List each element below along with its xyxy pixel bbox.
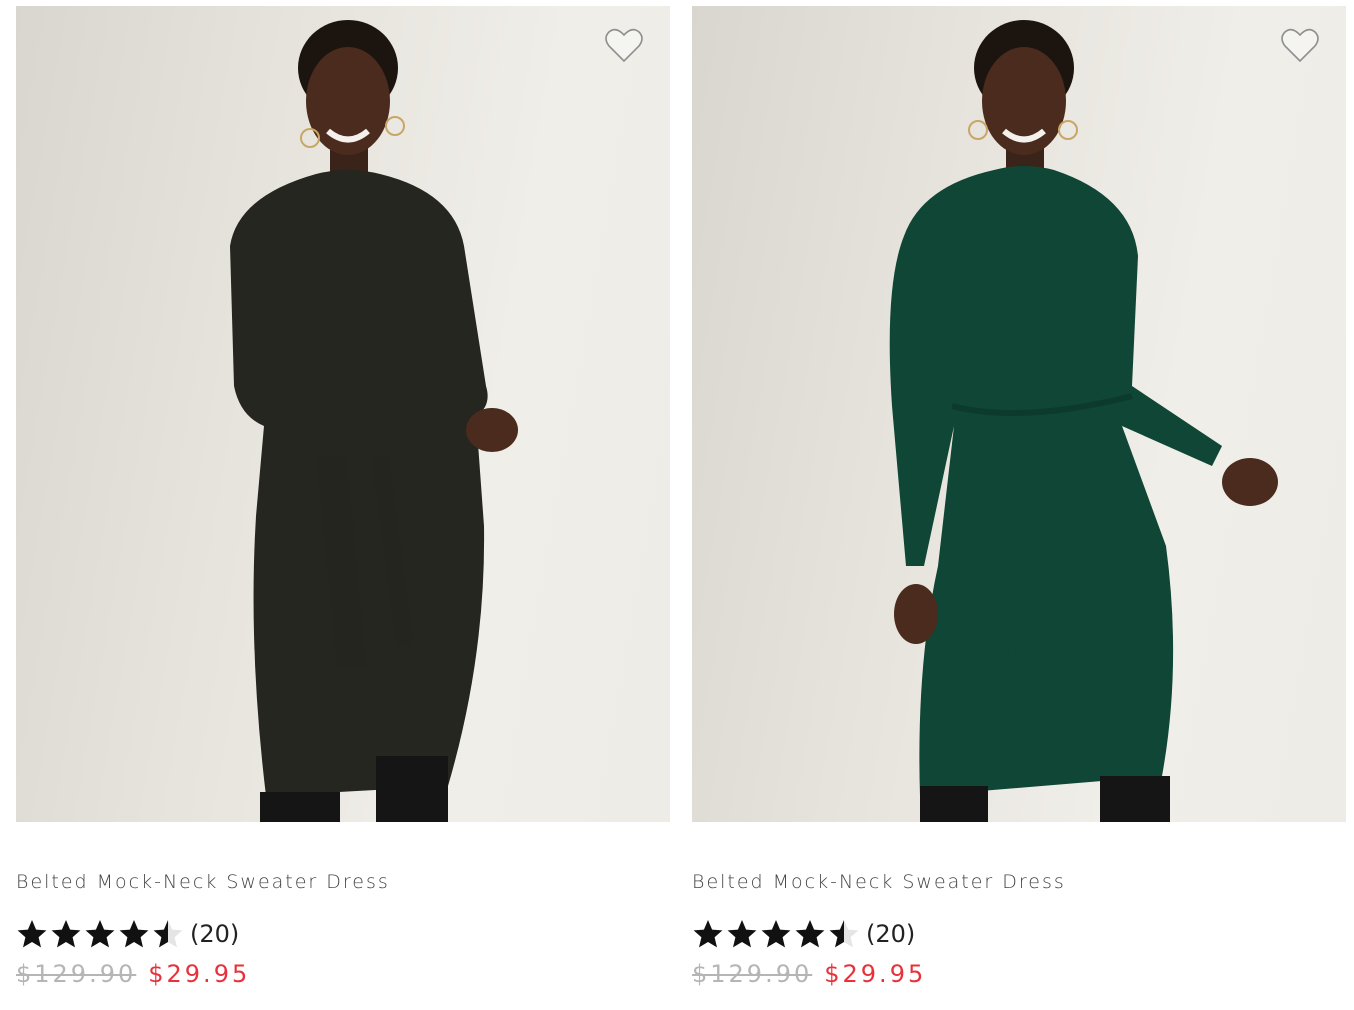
model-photo xyxy=(230,20,518,822)
product-image[interactable] xyxy=(692,6,1346,822)
review-count[interactable]: (20) xyxy=(190,920,239,948)
wishlist-heart-icon[interactable] xyxy=(1280,26,1320,64)
star-icon xyxy=(693,920,723,948)
product-card[interactable]: Belted Mock-Neck Sweater Dress (20) $129… xyxy=(692,6,1346,990)
product-card[interactable]: Belted Mock-Neck Sweater Dress (20) $129… xyxy=(16,6,670,990)
star-icon xyxy=(119,920,149,948)
star-icon xyxy=(795,920,825,948)
star-icon xyxy=(727,920,757,948)
product-rating[interactable]: (20) xyxy=(16,918,670,950)
star-icon xyxy=(761,920,791,948)
star-icon xyxy=(51,920,81,948)
star-icon xyxy=(153,920,183,948)
wishlist-heart-icon[interactable] xyxy=(604,26,644,64)
star-icon xyxy=(829,920,859,948)
sale-price: $29.95 xyxy=(148,960,251,988)
star-rating xyxy=(692,918,860,950)
model-photo xyxy=(889,20,1278,822)
product-image[interactable] xyxy=(16,6,670,822)
product-name[interactable]: Belted Mock-Neck Sweater Dress xyxy=(16,872,670,892)
star-icon xyxy=(85,920,115,948)
price: $129.90 $29.95 xyxy=(16,960,670,990)
review-count[interactable]: (20) xyxy=(866,920,915,948)
star-icon xyxy=(17,920,47,948)
original-price: $129.90 xyxy=(16,960,137,988)
product-rating[interactable]: (20) xyxy=(692,918,1346,950)
star-rating xyxy=(16,918,184,950)
product-name[interactable]: Belted Mock-Neck Sweater Dress xyxy=(692,872,1346,892)
price: $129.90 $29.95 xyxy=(692,960,1346,990)
sale-price: $29.95 xyxy=(824,960,927,988)
original-price: $129.90 xyxy=(692,960,813,988)
